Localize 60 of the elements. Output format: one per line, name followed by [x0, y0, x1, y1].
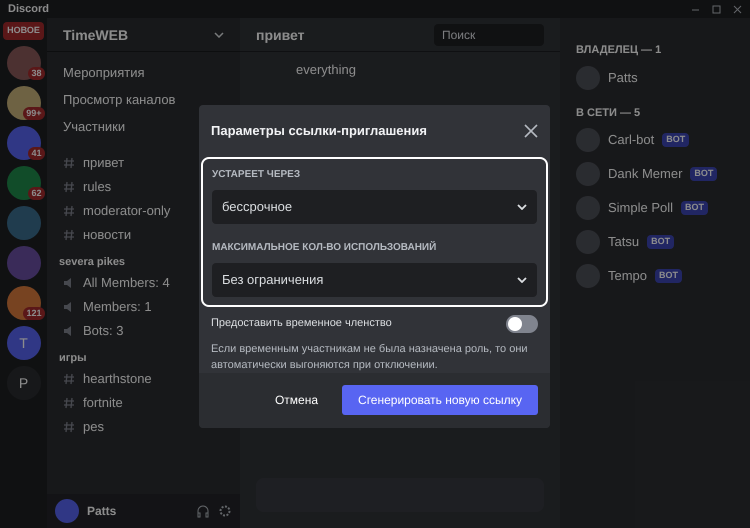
member-item[interactable]: Patts: [576, 62, 734, 92]
sidebar-item[interactable]: Мероприятия: [55, 60, 232, 86]
toggle-label: Предоставить временное членство: [211, 316, 392, 332]
hash-icon: [63, 373, 75, 385]
channel-title: привет: [256, 26, 306, 44]
server-icon[interactable]: [6, 166, 40, 200]
field-label: УСТАРЕЕТ ЧЕРЕЗ: [212, 168, 302, 182]
server-icon[interactable]: T: [6, 326, 40, 360]
dropdown[interactable]: Без ограничения: [212, 262, 537, 296]
sidebar-item[interactable]: Просмотр каналов: [55, 87, 232, 113]
bot-tag: BOT: [662, 133, 690, 147]
close-icon[interactable]: [524, 124, 538, 138]
member-item[interactable]: Tatsu BOT: [576, 227, 734, 257]
member-group-title: В СЕТИ — 5: [576, 106, 642, 120]
settings-icon[interactable]: [218, 504, 232, 518]
username: Patts: [87, 503, 118, 519]
channel-item[interactable]: pes: [55, 416, 232, 438]
count-badge: 121: [23, 307, 44, 320]
count-badge: 38: [28, 67, 44, 80]
window-title: Discord: [8, 2, 49, 17]
cancel-button[interactable]: Отмена: [258, 385, 334, 416]
bot-tag: BOT: [681, 201, 708, 215]
count-badge: 62: [28, 187, 44, 200]
search-field[interactable]: Поиск: [434, 24, 544, 46]
hash-icon: [63, 229, 75, 241]
bot-tag: BOT: [647, 235, 674, 249]
toggle-switch[interactable]: [506, 314, 538, 332]
generate-button[interactable]: Сгенерировать новую ссылку: [342, 385, 538, 416]
chevron-icon: [214, 32, 224, 38]
avatar[interactable]: [55, 499, 79, 523]
channel-item[interactable]: Members: 1: [55, 296, 232, 318]
hash-icon: [63, 181, 75, 193]
bot-tag: BOT: [690, 167, 718, 181]
hash-icon: [63, 397, 75, 409]
dropdown[interactable]: бессрочное: [212, 190, 537, 224]
maximize-icon[interactable]: [712, 4, 721, 14]
server-icon[interactable]: [6, 46, 40, 80]
dialog-title: Параметры ссылки-приглашения: [211, 122, 427, 140]
server-icon[interactable]: [6, 126, 40, 160]
member-group-title: ВЛАДЕЛЕЦ — 1: [576, 43, 662, 58]
member-item[interactable]: Carl-bot BOT: [576, 125, 734, 155]
server-icon[interactable]: P: [6, 366, 40, 400]
chevron-icon: [517, 204, 527, 210]
count-badge: 41: [28, 147, 44, 160]
hash-icon: [63, 421, 75, 433]
chevron-icon: [517, 276, 527, 282]
bot-tag: BOT: [655, 269, 682, 283]
new-badge: НОВОЕ: [3, 22, 44, 40]
close-icon[interactable]: [733, 4, 742, 14]
field-label: МАКСИМАЛЬНОЕ КОЛ-ВО ИСПОЛЬЗОВАНИЙ: [212, 240, 438, 254]
message-text: everything: [296, 61, 357, 79]
headphones-icon[interactable]: [196, 504, 210, 518]
member-item[interactable]: Simple Poll BOT: [576, 193, 734, 223]
member-item[interactable]: Tempo BOT: [576, 261, 734, 291]
channel-item[interactable]: fortnite: [55, 392, 232, 414]
server-name[interactable]: TimeWEB: [63, 24, 206, 44]
hash-icon: [63, 205, 75, 217]
member-item[interactable]: Dank Memer BOT: [576, 159, 734, 189]
count-badge: 99+: [23, 107, 44, 120]
hash-icon: [63, 157, 75, 169]
